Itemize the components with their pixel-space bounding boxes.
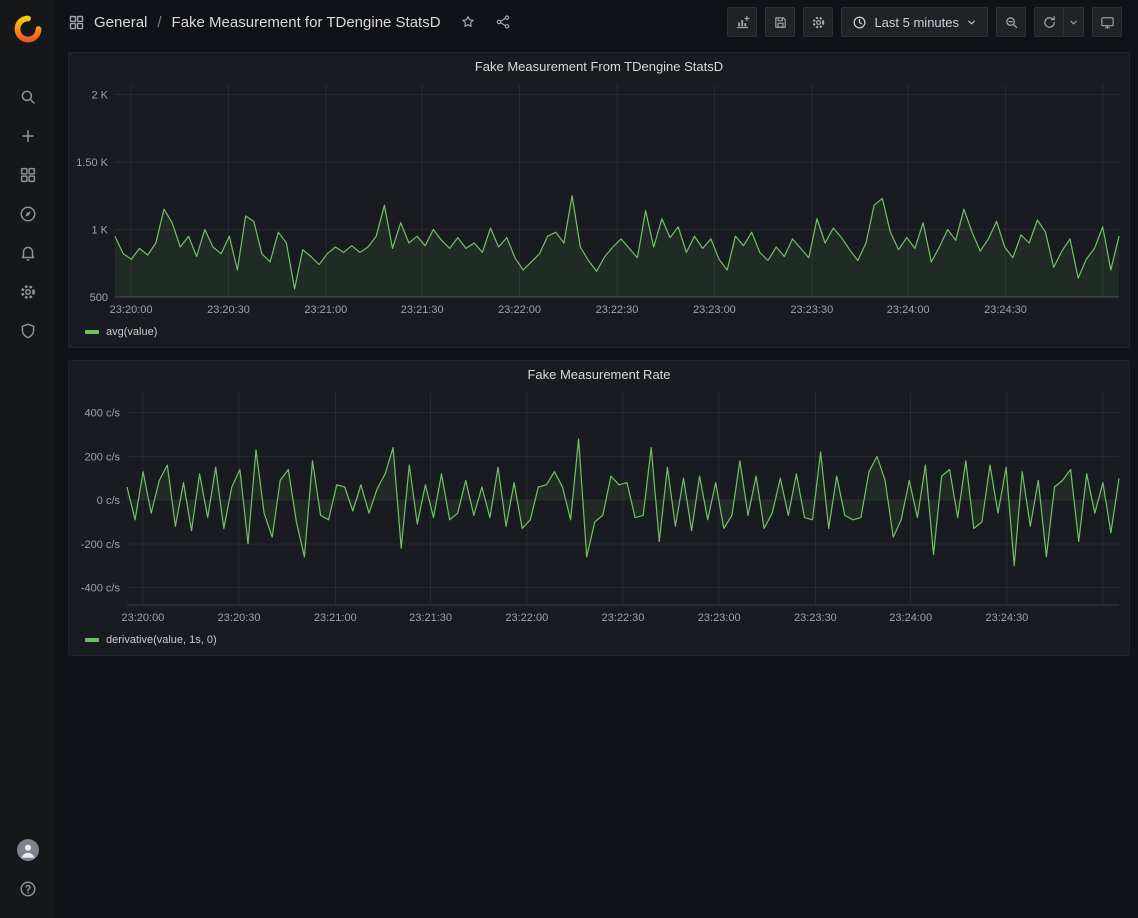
person-icon: [17, 839, 39, 861]
svg-text:23:20:00: 23:20:00: [121, 612, 164, 624]
avatar: [17, 839, 39, 861]
grafana-flame-icon: [14, 15, 42, 43]
add-panel-button[interactable]: [727, 7, 757, 37]
breadcrumb: General / Fake Measurement for TDengine …: [68, 14, 511, 31]
shield-icon: [19, 322, 37, 340]
sidebar-item-search[interactable]: [0, 77, 55, 116]
sidebar-item-explore[interactable]: [0, 194, 55, 233]
legend-label: derivative(value, 1s, 0): [106, 634, 217, 646]
apps-grid-icon: [19, 166, 37, 184]
dashboard-settings-button[interactable]: [803, 7, 833, 37]
svg-text:23:22:00: 23:22:00: [498, 304, 541, 316]
sidebar-item-alerting[interactable]: [0, 233, 55, 272]
legend-swatch: [85, 330, 99, 334]
main-column: General / Fake Measurement for TDengine …: [55, 0, 1138, 918]
gear-icon: [811, 15, 826, 30]
refresh-split-button: [1034, 7, 1084, 37]
grafana-logo[interactable]: [0, 9, 55, 49]
sidebar-item-dashboards[interactable]: [0, 155, 55, 194]
timeseries-chart-canvas[interactable]: 2 K 1.50 K 1 K 50023:20:00 23:20:30 23:21:00 2…: [69, 79, 1129, 323]
svg-text:23:21:00: 23:21:00: [314, 612, 357, 624]
svg-text:0 c/s: 0 c/s: [97, 495, 121, 507]
svg-text:200 c/s: 200 c/s: [85, 451, 121, 463]
legend-label: avg(value): [106, 326, 157, 338]
question-circle-icon: [19, 880, 37, 898]
zoom-out-time-button[interactable]: [996, 7, 1026, 37]
search-icon: [19, 88, 37, 106]
share-dashboard-button[interactable]: [495, 14, 511, 30]
breadcrumb-folder[interactable]: General: [94, 14, 147, 31]
sidebar: [0, 0, 55, 918]
svg-text:23:24:30: 23:24:30: [985, 612, 1028, 624]
user-profile-button[interactable]: [0, 830, 55, 869]
chevron-down-icon: [1068, 17, 1079, 28]
svg-text:23:21:00: 23:21:00: [304, 304, 347, 316]
refresh-icon: [1042, 15, 1057, 30]
timeseries-chart-canvas[interactable]: 400 c/s 200 c/s 0 c/s -200 c/s -400 c/s 23:20…: [69, 387, 1129, 631]
sidebar-bottom: [0, 830, 55, 908]
panel-fake-measurement-rate: Fake Measurement Rate 400 c/s 200 c/s 0 c/…: [68, 360, 1130, 656]
bell-icon: [19, 244, 37, 262]
svg-text:23:23:30: 23:23:30: [790, 304, 833, 316]
star-icon: [460, 14, 476, 30]
svg-text:-400 c/s: -400 c/s: [81, 583, 121, 595]
svg-text:23:22:30: 23:22:30: [596, 304, 639, 316]
svg-text:23:24:00: 23:24:00: [889, 612, 932, 624]
svg-text:400 c/s: 400 c/s: [85, 408, 121, 420]
svg-text:23:24:00: 23:24:00: [887, 304, 930, 316]
compass-icon: [19, 205, 37, 223]
svg-text:23:22:30: 23:22:30: [602, 612, 645, 624]
svg-text:23:24:30: 23:24:30: [984, 304, 1027, 316]
dashboard-header: General / Fake Measurement for TDengine …: [55, 0, 1138, 44]
legend-item[interactable]: avg(value): [69, 323, 1129, 347]
panel-title[interactable]: Fake Measurement From TDengine StatsD: [69, 53, 1129, 79]
svg-text:23:21:30: 23:21:30: [409, 612, 452, 624]
add-panel-icon: [735, 15, 750, 30]
help-button[interactable]: [0, 869, 55, 908]
svg-text:1 K: 1 K: [91, 225, 108, 237]
save-dashboard-button[interactable]: [765, 7, 795, 37]
legend-item[interactable]: derivative(value, 1s, 0): [69, 631, 1129, 655]
refresh-interval-dropdown[interactable]: [1064, 7, 1084, 37]
star-dashboard-button[interactable]: [460, 14, 476, 30]
refresh-dashboard-button[interactable]: [1034, 7, 1064, 37]
time-range-picker[interactable]: Last 5 minutes: [841, 7, 988, 37]
sidebar-item-configuration[interactable]: [0, 272, 55, 311]
zoom-out-icon: [1004, 15, 1019, 30]
dashboard-grid: Fake Measurement From TDengine StatsD 2 …: [55, 44, 1138, 918]
share-icon: [495, 14, 511, 30]
svg-text:23:22:00: 23:22:00: [505, 612, 548, 624]
clock-icon: [852, 15, 867, 30]
svg-text:1.50 K: 1.50 K: [76, 157, 108, 169]
svg-text:-200 c/s: -200 c/s: [81, 539, 121, 551]
svg-text:23:23:00: 23:23:00: [698, 612, 741, 624]
breadcrumb-separator: /: [156, 14, 162, 31]
sidebar-nav: [0, 77, 55, 350]
svg-text:2 K: 2 K: [91, 90, 108, 102]
dashboard-toolbar: Last 5 minutes: [727, 7, 1122, 37]
breadcrumb-dashboard-title[interactable]: Fake Measurement for TDengine StatsD: [172, 14, 441, 31]
svg-text:23:21:30: 23:21:30: [401, 304, 444, 316]
svg-text:23:20:00: 23:20:00: [110, 304, 153, 316]
svg-text:23:23:00: 23:23:00: [693, 304, 736, 316]
tv-icon: [1100, 15, 1115, 30]
svg-text:23:20:30: 23:20:30: [207, 304, 250, 316]
sidebar-item-server-admin[interactable]: [0, 311, 55, 350]
svg-text:23:23:30: 23:23:30: [794, 612, 837, 624]
panel-title[interactable]: Fake Measurement Rate: [69, 361, 1129, 387]
panel-fake-measurement: Fake Measurement From TDengine StatsD 2 …: [68, 52, 1130, 348]
chevron-down-icon: [966, 17, 977, 28]
svg-text:23:20:30: 23:20:30: [218, 612, 261, 624]
gear-icon: [19, 283, 37, 301]
save-icon: [773, 15, 788, 30]
sidebar-item-create[interactable]: [0, 116, 55, 155]
time-range-label: Last 5 minutes: [874, 15, 959, 30]
dashboards-grid-icon: [68, 14, 85, 31]
svg-text:500: 500: [90, 292, 108, 304]
kiosk-mode-button[interactable]: [1092, 7, 1122, 37]
plus-icon: [19, 127, 37, 145]
legend-swatch: [85, 638, 99, 642]
